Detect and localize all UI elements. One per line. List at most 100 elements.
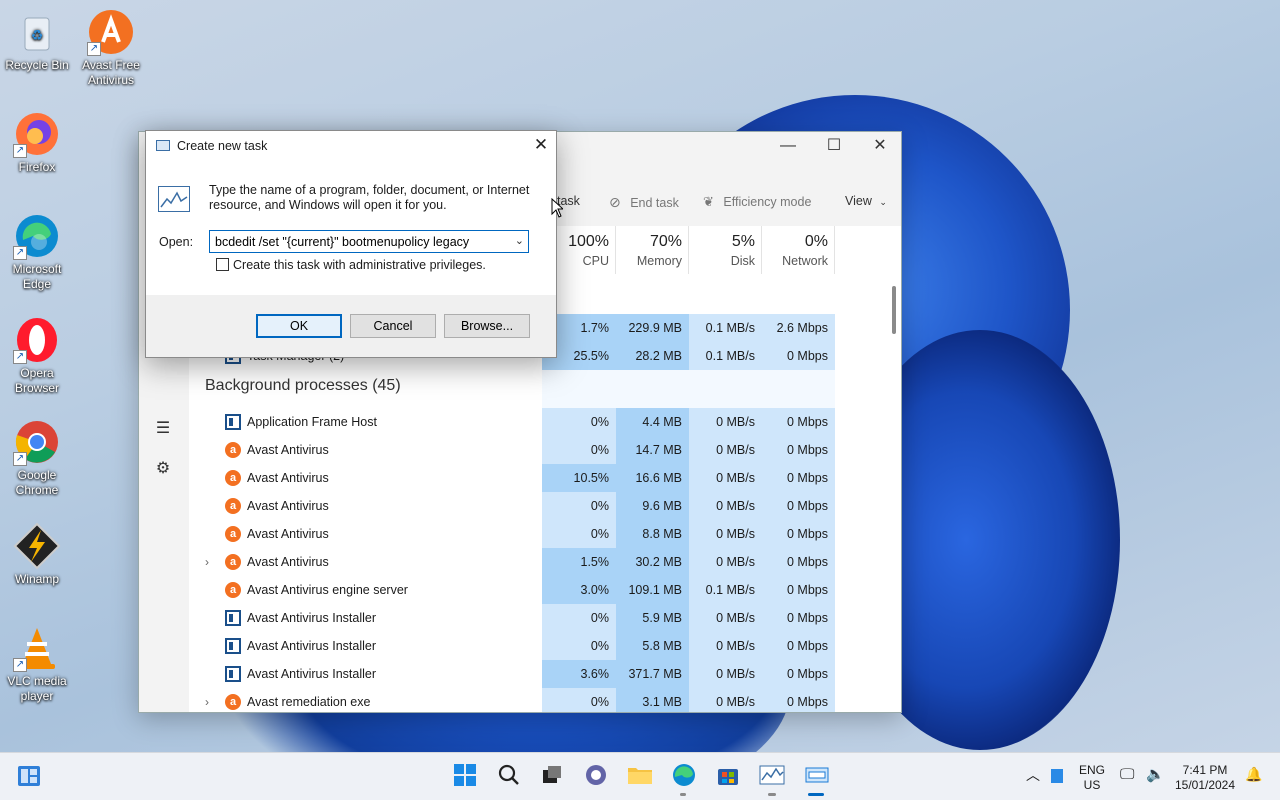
efficiency-mode-label: Efficiency mode bbox=[723, 195, 812, 209]
open-label: Open: bbox=[159, 235, 194, 249]
process-name: Avast Antivirus Installer bbox=[247, 667, 376, 681]
task-manager-taskbar-button[interactable] bbox=[758, 763, 786, 791]
edge-taskbar-button[interactable] bbox=[670, 763, 698, 791]
chat-button[interactable] bbox=[582, 763, 610, 791]
table-row[interactable]: Avast Antivirus Installer 0% 5.8 MB 0 MB/s 0… bbox=[189, 632, 885, 660]
desktop-icon-firefox[interactable]: ↗ Firefox bbox=[1, 110, 73, 175]
avast-icon: a bbox=[225, 470, 241, 486]
column-header-network[interactable]: 0% Network bbox=[762, 226, 835, 274]
table-row[interactable]: a Avast Antivirus 0% 9.6 MB 0 MB/s 0 Mbps bbox=[189, 492, 885, 520]
show-hidden-icons-chevron-up-icon[interactable]: ︿ bbox=[1026, 768, 1040, 783]
desktop-icon-label: Avast Free Antivirus bbox=[82, 58, 140, 87]
cell-memory: 109.1 MB bbox=[616, 576, 689, 604]
process-name: Avast Antivirus engine server bbox=[247, 583, 408, 597]
expand-chevron-icon[interactable]: › bbox=[205, 688, 209, 712]
table-row[interactable]: a Avast Antivirus 10.5% 16.6 MB 0 MB/s 0 Mbps bbox=[189, 464, 885, 492]
table-row[interactable]: › a Avast remediation exe 0% 3.1 MB 0 MB/s 0 M… bbox=[189, 688, 885, 712]
widgets-button[interactable] bbox=[15, 763, 43, 791]
hamburger-menu-icon[interactable] bbox=[153, 356, 173, 376]
mouse-cursor-icon bbox=[551, 198, 563, 218]
cell-memory: 371.7 MB bbox=[616, 660, 689, 688]
settings-gear-icon[interactable]: ⚙ bbox=[153, 712, 173, 713]
run-window-icon bbox=[156, 140, 170, 151]
cell-disk: 0 MB/s bbox=[689, 520, 762, 548]
start-button[interactable] bbox=[451, 763, 479, 791]
chevron-down-icon[interactable]: ⌄ bbox=[515, 234, 524, 247]
network-icon[interactable]: 🖵 bbox=[1120, 767, 1134, 782]
admin-privileges-checkbox[interactable] bbox=[216, 258, 229, 271]
network-total: 0% bbox=[804, 233, 828, 250]
view-menu-button[interactable]: View ⌄ bbox=[845, 194, 887, 208]
cell-memory: 5.9 MB bbox=[616, 604, 689, 632]
end-task-label: End task bbox=[630, 196, 679, 210]
expand-chevron-icon[interactable]: › bbox=[205, 548, 209, 576]
vertical-scrollbar[interactable] bbox=[892, 286, 896, 334]
details-list-icon[interactable]: ☰ bbox=[153, 418, 173, 438]
desktop-icon-recycle-bin[interactable]: ♻ Recycle Bin bbox=[1, 8, 73, 73]
clock[interactable]: 7:41 PM 15/01/2024 bbox=[1172, 763, 1238, 793]
cell-memory: 5.8 MB bbox=[616, 632, 689, 660]
dialog-titlebar[interactable]: Create new task ✕ bbox=[146, 131, 556, 161]
table-row[interactable]: Application Frame Host 0% 4.4 MB 0 MB/s 0 Mb… bbox=[189, 408, 885, 436]
desktop-icon-chrome[interactable]: ↗ Google Chrome bbox=[1, 418, 73, 498]
cell-disk: 0.1 MB/s bbox=[689, 576, 762, 604]
table-row[interactable]: a Avast Antivirus 0% 8.8 MB 0 MB/s 0 Mbps bbox=[189, 520, 885, 548]
close-button[interactable]: ✕ bbox=[857, 132, 901, 162]
notification-bell-icon[interactable]: 🔔 bbox=[1245, 767, 1262, 782]
search-button[interactable] bbox=[495, 763, 523, 791]
process-name: Avast Antivirus bbox=[247, 527, 329, 541]
cell-cpu: 0% bbox=[542, 604, 616, 632]
avast-icon: a bbox=[225, 582, 241, 598]
volume-muted-icon[interactable]: 🔈 bbox=[1146, 767, 1165, 782]
run-dialog-taskbar-button[interactable] bbox=[803, 763, 831, 791]
column-header-memory[interactable]: 70% Memory bbox=[616, 226, 689, 274]
avast-icon: a bbox=[225, 694, 241, 710]
winamp-icon bbox=[13, 522, 61, 570]
cell-memory: 4.4 MB bbox=[616, 408, 689, 436]
table-row[interactable]: Avast Antivirus Installer 3.6% 371.7 MB 0 M… bbox=[189, 660, 885, 688]
task-view-button[interactable] bbox=[538, 763, 566, 791]
efficiency-mode-button[interactable]: ❦ Efficiency mode bbox=[703, 194, 811, 210]
desktop-icon-avast[interactable]: ↗ Avast Free Antivirus bbox=[75, 8, 147, 88]
ok-button[interactable]: OK bbox=[256, 314, 342, 338]
run-window-icon bbox=[805, 767, 829, 783]
avast-icon: a bbox=[225, 442, 241, 458]
avast-icon: ↗ bbox=[87, 8, 135, 56]
shortcut-arrow-icon: ↗ bbox=[13, 658, 27, 672]
services-puzzle-icon[interactable]: ⚙ bbox=[153, 458, 173, 478]
store-icon bbox=[718, 769, 738, 785]
command-input[interactable] bbox=[210, 231, 500, 252]
dialog-close-button[interactable]: ✕ bbox=[526, 131, 556, 161]
table-row[interactable]: a Avast Antivirus engine server 3.0% 109.1 … bbox=[189, 576, 885, 604]
running-indicator bbox=[680, 793, 686, 796]
cell-cpu: 3.6% bbox=[542, 660, 616, 688]
cancel-button[interactable]: Cancel bbox=[350, 314, 436, 338]
language-indicator[interactable]: ENG US bbox=[1076, 763, 1108, 793]
desktop-icon-opera[interactable]: ↗ Opera Browser bbox=[1, 316, 73, 396]
desktop-icon-vlc[interactable]: ↗ VLC media player bbox=[1, 624, 73, 704]
store-button[interactable] bbox=[714, 763, 742, 791]
cell-network: 2.6 Mbps bbox=[762, 314, 835, 342]
tray-app-icon[interactable] bbox=[1051, 769, 1063, 783]
cell-memory: 28.2 MB bbox=[616, 342, 689, 370]
browse-button[interactable]: Browse... bbox=[444, 314, 530, 338]
cell-network: 0 Mbps bbox=[762, 688, 835, 712]
column-header-disk[interactable]: 5% Disk bbox=[689, 226, 762, 274]
process-name: Avast Antivirus bbox=[247, 499, 329, 513]
desktop-icon-edge[interactable]: ↗ Microsoft Edge bbox=[1, 212, 73, 292]
table-row[interactable]: › a Avast Antivirus 1.5% 30.2 MB 0 MB/s 0 Mbps bbox=[189, 548, 885, 576]
maximize-button[interactable]: ☐ bbox=[811, 132, 857, 162]
table-row[interactable]: a Avast Antivirus 0% 14.7 MB 0 MB/s 0 Mbps bbox=[189, 436, 885, 464]
admin-privileges-label[interactable]: Create this task with administrative pri… bbox=[233, 258, 486, 272]
disk-label: Disk bbox=[730, 254, 755, 268]
desktop-icon-winamp[interactable]: Winamp bbox=[1, 522, 73, 587]
table-row[interactable]: Avast Antivirus Installer 0% 5.9 MB 0 MB/s 0… bbox=[189, 604, 885, 632]
open-combobox[interactable]: ⌄ bbox=[209, 230, 529, 253]
svg-text:♻: ♻ bbox=[31, 27, 44, 43]
end-task-button[interactable]: ⊘ End task bbox=[609, 194, 679, 211]
cell-network: 0 Mbps bbox=[762, 548, 835, 576]
minimize-button[interactable]: — bbox=[765, 132, 811, 162]
run-program-icon bbox=[158, 186, 190, 212]
file-explorer-button[interactable] bbox=[626, 763, 654, 791]
section-spacer bbox=[762, 370, 835, 408]
